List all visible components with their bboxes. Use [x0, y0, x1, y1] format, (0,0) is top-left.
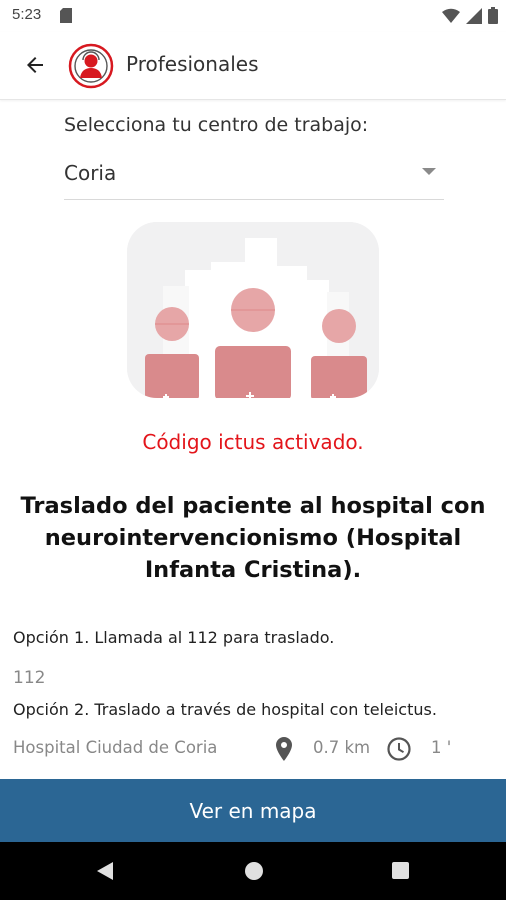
nav-back-icon[interactable]: [97, 862, 113, 884]
hospital-name: Hospital Ciudad de Coria: [13, 738, 218, 757]
wifi-icon: [442, 8, 460, 28]
status-icons: [442, 7, 498, 28]
clock-icon: [386, 736, 412, 766]
transfer-heading: Traslado del paciente al hospital con ne…: [20, 493, 486, 583]
hospital-distance: 0.7 km: [313, 738, 371, 757]
nav-recents-icon[interactable]: [392, 862, 409, 879]
medical-team-illustration: [127, 222, 379, 398]
location-pin-icon: [272, 736, 296, 766]
app-bar: Profesionales: [0, 32, 506, 100]
option-2-text: Opción 2. Traslado a través de hospital …: [13, 700, 437, 719]
system-nav-bar: [0, 842, 506, 900]
view-map-label: Ver en mapa: [189, 798, 317, 823]
status-time: 5:23: [12, 6, 42, 23]
phone-number-link[interactable]: 112: [13, 668, 45, 688]
center-select-label: Selecciona tu centro de trabajo:: [64, 114, 369, 136]
arrow-back-icon: [23, 53, 47, 81]
status-bar: 5:23: [0, 0, 506, 32]
center-select-value: Coria: [64, 161, 117, 185]
page-title: Profesionales: [126, 52, 259, 76]
dropdown-caret-icon: [422, 168, 436, 175]
back-button[interactable]: [20, 52, 50, 82]
nav-home-icon[interactable]: [245, 862, 263, 880]
option-1-text: Opción 1. Llamada al 112 para traslado.: [13, 628, 335, 647]
signal-icon: [466, 7, 482, 28]
view-map-button[interactable]: Ver en mapa: [0, 779, 506, 842]
hospital-travel-time: 1 ': [431, 738, 452, 757]
sd-card-icon: [60, 8, 72, 27]
ictus-alert-text: Código ictus activado.: [142, 430, 364, 454]
hospital-row[interactable]: Hospital Ciudad de Coria 0.7 km 1 ': [13, 736, 493, 762]
center-select[interactable]: Coria: [64, 150, 444, 200]
battery-icon: [488, 7, 498, 28]
professional-avatar-logo: [68, 43, 114, 89]
